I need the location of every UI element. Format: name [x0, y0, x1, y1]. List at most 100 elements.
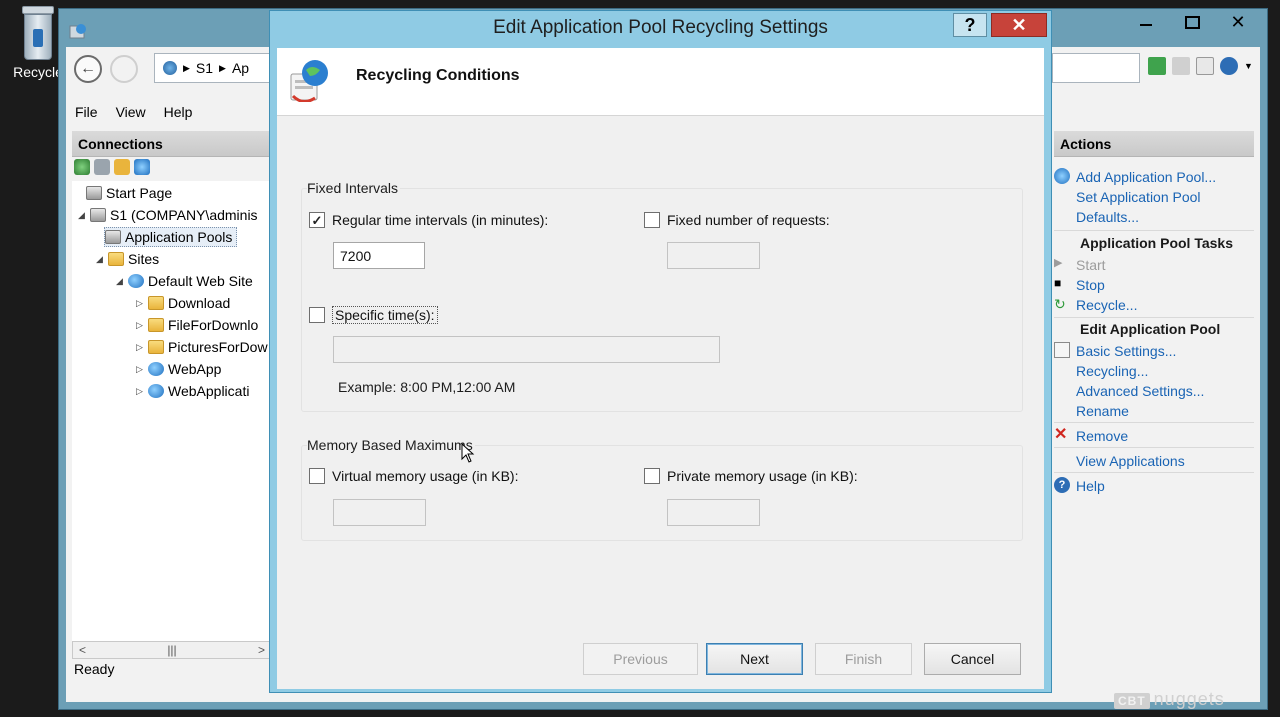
settings-page-icon [1054, 342, 1070, 358]
expand-icon[interactable]: ▷ [136, 342, 144, 353]
tree-file-for-download[interactable]: ▷ FileForDownlo [136, 315, 258, 335]
recycling-conditions-icon [290, 60, 328, 102]
fixed-requests-label: Fixed number of requests: [667, 212, 830, 228]
watermark-text: nuggets [1153, 689, 1225, 709]
virtual-memory-checkbox[interactable]: Virtual memory usage (in KB): [309, 468, 518, 484]
tree-label: Default Web Site [148, 273, 253, 289]
action-stop[interactable]: ■ Stop [1054, 275, 1254, 295]
collapse-icon[interactable]: ◢ [116, 276, 124, 287]
scroll-left-icon[interactable]: < [79, 643, 86, 657]
action-label: Basic Settings... [1076, 343, 1177, 359]
forward-button[interactable] [110, 55, 138, 83]
specific-times-checkbox[interactable]: Specific time(s): [309, 306, 438, 324]
spacer-icon [1054, 188, 1070, 204]
expand-icon[interactable]: ▷ [136, 386, 144, 397]
action-recycling[interactable]: Recycling... [1054, 361, 1254, 381]
dialog-help-button[interactable]: ? [953, 13, 987, 37]
connect-icon[interactable] [1148, 57, 1166, 75]
folder-up-icon[interactable] [114, 159, 130, 175]
tree-server[interactable]: ◢ S1 (COMPANY\adminis [78, 205, 258, 225]
tree-label: Sites [128, 251, 160, 267]
tree-webapp[interactable]: ▷ WebApp [136, 359, 221, 379]
tree-label: S1 (COMPANY\adminis [110, 207, 258, 223]
address-bar-end[interactable] [1052, 53, 1140, 83]
menu-help[interactable]: Help [155, 101, 202, 127]
action-remove[interactable]: ✕ Remove [1054, 426, 1254, 446]
breadcrumb-app-pools[interactable]: Ap [232, 60, 249, 76]
private-memory-checkbox[interactable]: Private memory usage (in KB): [644, 468, 858, 484]
action-rename[interactable]: Rename [1054, 401, 1254, 421]
action-start[interactable]: ▶ Start [1054, 255, 1254, 275]
spacer-icon [1054, 382, 1070, 398]
finish-button[interactable]: Finish [815, 643, 912, 675]
expand-icon[interactable]: ▷ [136, 298, 144, 309]
app-pools-icon [105, 230, 121, 244]
checkbox-box[interactable]: ✓ [309, 212, 325, 228]
regular-time-checkbox[interactable]: ✓ Regular time intervals (in minutes): [309, 212, 548, 228]
minimize-button[interactable] [1123, 9, 1169, 35]
save-icon[interactable] [94, 159, 110, 175]
action-recycle[interactable]: ↻ Recycle... [1054, 295, 1254, 315]
fixed-requests-checkbox[interactable]: Fixed number of requests: [644, 212, 830, 228]
tree-sites[interactable]: ◢ Sites [96, 249, 159, 269]
mouse-cursor-icon [461, 443, 475, 463]
action-label: Advanced Settings... [1076, 383, 1205, 399]
stop-square-icon: ■ [1054, 276, 1062, 290]
scroll-thumb[interactable]: ||| [167, 643, 176, 657]
expand-icon[interactable]: ▷ [136, 320, 144, 331]
collapse-icon[interactable]: ◢ [78, 210, 86, 221]
action-label-line1: Set Application Pool [1076, 189, 1201, 205]
chevron-down-icon[interactable]: ▼ [1244, 61, 1253, 71]
action-label: Set Application Pool Defaults... [1076, 187, 1201, 227]
regular-time-input[interactable]: 7200 [333, 242, 425, 269]
checkbox-box[interactable] [644, 212, 660, 228]
tree-download[interactable]: ▷ Download [136, 293, 230, 313]
refresh-icon[interactable] [1196, 57, 1214, 75]
tree-default-web-site[interactable]: ◢ Default Web Site [116, 271, 253, 291]
connect-globe-icon[interactable] [74, 159, 90, 175]
previous-button[interactable]: Previous [583, 643, 698, 675]
disconnect-icon[interactable] [134, 159, 150, 175]
tree-horizontal-scrollbar[interactable]: < ||| > [72, 641, 272, 659]
action-set-defaults[interactable]: Set Application Pool Defaults... [1054, 187, 1254, 227]
chevron-right-icon: ▶ [183, 62, 190, 73]
tree-start-page[interactable]: Start Page [86, 183, 172, 203]
divider [1054, 317, 1254, 318]
tree-application-pools[interactable]: Application Pools [104, 227, 238, 247]
help-icon[interactable] [1220, 57, 1238, 75]
expand-icon[interactable]: ▷ [136, 364, 144, 375]
action-basic-settings[interactable]: Basic Settings... [1054, 341, 1254, 361]
tree-webapplication[interactable]: ▷ WebApplicati [136, 381, 249, 401]
tree-pictures[interactable]: ▷ PicturesForDow [136, 337, 268, 357]
next-button[interactable]: Next [706, 643, 803, 675]
fixed-requests-input[interactable] [667, 242, 760, 269]
breadcrumb-s1[interactable]: S1 [196, 60, 213, 76]
back-button[interactable]: ← [74, 55, 102, 83]
dialog-close-button[interactable]: ✕ [991, 13, 1047, 37]
scroll-right-icon[interactable]: > [258, 643, 265, 657]
add-pool-icon [1054, 168, 1070, 184]
collapse-icon[interactable]: ◢ [96, 254, 104, 265]
checkbox-box[interactable] [309, 307, 325, 323]
private-memory-input[interactable] [667, 499, 760, 526]
close-window-button[interactable]: ✕ [1215, 9, 1261, 35]
cancel-button[interactable]: Cancel [924, 643, 1021, 675]
menu-view[interactable]: View [107, 101, 155, 127]
checkbox-box[interactable] [309, 468, 325, 484]
checkbox-box[interactable] [644, 468, 660, 484]
video-watermark: CBT nuggets [1114, 689, 1225, 710]
tree-label: Start Page [106, 185, 173, 201]
specific-times-input[interactable] [333, 336, 720, 363]
banner-title: Recycling Conditions [356, 67, 520, 84]
play-icon: ▶ [1054, 257, 1063, 269]
stop-icon[interactable] [1172, 57, 1190, 75]
virtual-memory-input[interactable] [333, 499, 426, 526]
action-view-applications[interactable]: View Applications [1054, 451, 1254, 471]
menu-file[interactable]: File [66, 101, 107, 127]
action-advanced-settings[interactable]: Advanced Settings... [1054, 381, 1254, 401]
start-page-icon [86, 186, 102, 200]
divider [1054, 472, 1254, 473]
action-add-pool[interactable]: Add Application Pool... [1054, 167, 1254, 187]
maximize-button[interactable] [1169, 9, 1215, 35]
action-help[interactable]: ? Help [1054, 476, 1254, 496]
